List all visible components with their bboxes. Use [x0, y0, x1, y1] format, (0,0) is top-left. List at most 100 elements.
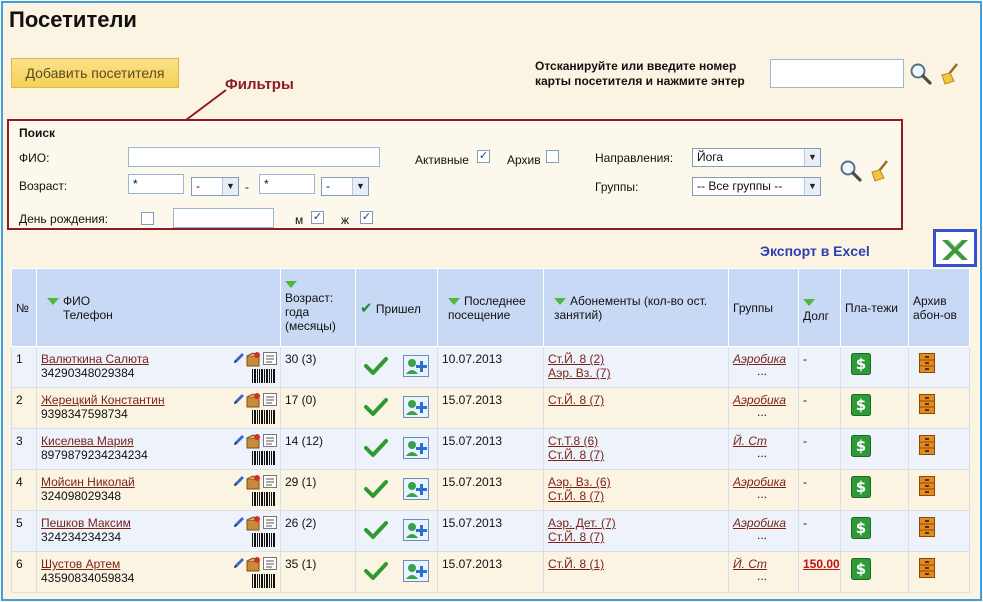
- more-groups[interactable]: ...: [733, 488, 794, 500]
- checkmark-icon[interactable]: [364, 356, 388, 376]
- col-header-debt[interactable]: Долг: [798, 268, 841, 347]
- more-groups[interactable]: ...: [733, 406, 794, 418]
- add-visit-icon[interactable]: [403, 396, 430, 418]
- active-checkbox[interactable]: ✓: [477, 150, 490, 163]
- edit-pencil-icon[interactable]: [232, 474, 246, 488]
- edit-pencil-icon[interactable]: [232, 556, 246, 570]
- checkmark-icon[interactable]: [364, 479, 388, 499]
- barcode-icon[interactable]: [252, 369, 276, 383]
- subscription-link[interactable]: Аэр. Вз. (6): [548, 475, 611, 489]
- broom-clear-icon[interactable]: [937, 62, 961, 86]
- visitor-name-link[interactable]: Мойсин Николай: [41, 475, 135, 489]
- add-visit-icon[interactable]: [403, 478, 430, 500]
- archive-cabinet-icon[interactable]: [919, 353, 935, 373]
- more-groups[interactable]: ...: [733, 570, 794, 582]
- add-visit-icon[interactable]: [403, 355, 430, 377]
- edit-pencil-icon[interactable]: [232, 392, 246, 406]
- male-checkbox[interactable]: ✓: [311, 211, 324, 224]
- package-icon[interactable]: [245, 351, 261, 367]
- subscription-link[interactable]: Ст.Й. 8 (2): [548, 352, 604, 366]
- checkmark-icon[interactable]: [364, 397, 388, 417]
- add-visit-icon[interactable]: [403, 437, 430, 459]
- barcode-icon[interactable]: [252, 533, 276, 547]
- archive-cabinet-icon[interactable]: [919, 476, 935, 496]
- row-fio-cell: Валюткина Салюта 34290348029384: [36, 346, 281, 388]
- birthday-checkbox[interactable]: [141, 212, 154, 225]
- visitor-name-link[interactable]: Шустов Артем: [41, 557, 120, 571]
- add-visit-icon[interactable]: [403, 519, 430, 541]
- age-from-input[interactable]: *: [128, 174, 184, 194]
- col-header-last-visit[interactable]: Последнее посещение: [437, 268, 544, 347]
- visitor-name-link[interactable]: Валюткина Салюта: [41, 352, 149, 366]
- col-header-age[interactable]: Возраст: года (месяцы): [280, 268, 356, 347]
- card-icon[interactable]: [263, 393, 277, 406]
- barcode-icon[interactable]: [252, 574, 276, 588]
- subscription-link[interactable]: Ст.Т.8 (6): [548, 434, 598, 448]
- dollar-payment-icon[interactable]: $: [851, 517, 871, 539]
- barcode-icon[interactable]: [252, 410, 276, 424]
- age-from-unit-select[interactable]: - ▼: [191, 177, 239, 196]
- more-groups[interactable]: ...: [733, 365, 794, 377]
- archive-cabinet-icon[interactable]: [919, 394, 935, 414]
- col-header-subscriptions-label: Абонементы (кол-во ост. занятий): [554, 293, 708, 322]
- archive-checkbox[interactable]: [546, 150, 559, 163]
- package-icon[interactable]: [245, 474, 261, 490]
- edit-pencil-icon[interactable]: [232, 433, 246, 447]
- directions-select[interactable]: Йога ▼: [692, 148, 821, 167]
- checkmark-icon[interactable]: [364, 561, 388, 581]
- barcode-icon[interactable]: [252, 451, 276, 465]
- col-header-fio[interactable]: ФИО Телефон: [36, 268, 281, 347]
- visitor-name-link[interactable]: Киселева Мария: [41, 434, 134, 448]
- barcode-icon[interactable]: [252, 492, 276, 506]
- birthday-input[interactable]: [173, 208, 274, 228]
- add-visitor-button[interactable]: Добавить посетителя: [11, 58, 179, 88]
- subscription-link[interactable]: Ст.Й. 8 (7): [548, 489, 604, 503]
- add-visit-icon[interactable]: [403, 560, 430, 582]
- card-icon[interactable]: [263, 434, 277, 447]
- visitor-name-link[interactable]: Пешков Максим: [41, 516, 131, 530]
- dollar-payment-icon[interactable]: $: [851, 394, 871, 416]
- package-icon[interactable]: [245, 556, 261, 572]
- checkmark-icon[interactable]: [364, 520, 388, 540]
- package-icon[interactable]: [245, 392, 261, 408]
- search-icon[interactable]: [839, 159, 863, 183]
- archive-cabinet-icon[interactable]: [919, 517, 935, 537]
- card-icon[interactable]: [263, 516, 277, 529]
- more-groups[interactable]: ...: [733, 529, 794, 541]
- archive-cabinet-icon[interactable]: [919, 558, 935, 578]
- visitor-name-link[interactable]: Жерецкий Константин: [41, 393, 165, 407]
- dollar-payment-icon[interactable]: $: [851, 353, 871, 375]
- subscription-link[interactable]: Ст.Й. 8 (7): [548, 393, 604, 407]
- archive-cabinet-icon[interactable]: [919, 435, 935, 455]
- dollar-payment-icon[interactable]: $: [851, 558, 871, 580]
- scan-card-input[interactable]: [770, 59, 904, 88]
- debt-value[interactable]: 150.00: [803, 557, 840, 571]
- dollar-payment-icon[interactable]: $: [851, 435, 871, 457]
- checkmark-icon[interactable]: [364, 438, 388, 458]
- age-to-input[interactable]: *: [259, 174, 315, 194]
- subscription-link[interactable]: Ст.Й. 8 (7): [548, 448, 604, 462]
- edit-pencil-icon[interactable]: [232, 515, 246, 529]
- card-icon[interactable]: [263, 475, 277, 488]
- col-header-came[interactable]: ✔ Пришел: [355, 268, 438, 347]
- more-groups[interactable]: ...: [733, 447, 794, 459]
- package-icon[interactable]: [245, 515, 261, 531]
- row-came-cell: [355, 469, 438, 511]
- package-icon[interactable]: [245, 433, 261, 449]
- subscription-link[interactable]: Ст.Й. 8 (7): [548, 530, 604, 544]
- dollar-payment-icon[interactable]: $: [851, 476, 871, 498]
- broom-clear-icon[interactable]: [867, 159, 891, 183]
- subscription-link[interactable]: Ст.Й. 8 (1): [548, 557, 604, 571]
- age-to-unit-select[interactable]: - ▼: [321, 177, 369, 196]
- card-icon[interactable]: [263, 352, 277, 365]
- edit-pencil-icon[interactable]: [232, 351, 246, 365]
- female-checkbox[interactable]: ✓: [360, 211, 373, 224]
- subscription-link[interactable]: Аэр. Дет. (7): [548, 516, 616, 530]
- subscription-link[interactable]: Аэр. Вз. (7): [548, 366, 611, 380]
- fio-input[interactable]: [128, 147, 380, 167]
- search-icon[interactable]: [909, 62, 933, 86]
- card-icon[interactable]: [263, 557, 277, 570]
- excel-export-button[interactable]: [933, 229, 977, 267]
- groups-select[interactable]: -- Все группы -- ▼: [692, 177, 821, 196]
- col-header-subscriptions[interactable]: Абонементы (кол-во ост. занятий): [543, 268, 729, 347]
